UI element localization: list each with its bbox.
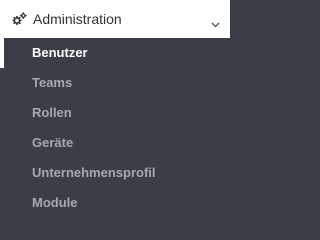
submenu-item-label: Rollen: [32, 105, 72, 120]
administration-section-header[interactable]: Administration: [0, 0, 230, 38]
submenu-item-label: Unternehmensprofil: [32, 165, 156, 180]
submenu-item-module[interactable]: Module: [0, 188, 230, 218]
submenu-item-geraete[interactable]: Geräte: [0, 128, 230, 158]
submenu-item-label: Teams: [32, 75, 73, 90]
submenu-item-rollen[interactable]: Rollen: [0, 98, 230, 128]
section-title: Administration: [33, 11, 122, 27]
admin-sidebar: Administration Benutzer Teams Rollen Ger…: [0, 0, 230, 221]
submenu-item-teams[interactable]: Teams: [0, 68, 230, 98]
administration-submenu: Benutzer Teams Rollen Geräte Unternehmen…: [0, 38, 230, 221]
active-indicator: [0, 38, 4, 68]
submenu-item-label: Module: [32, 195, 78, 210]
chevron-down-icon[interactable]: [211, 15, 220, 28]
gears-icon: [12, 12, 27, 26]
submenu-item-label: Benutzer: [32, 45, 88, 60]
submenu-item-label: Geräte: [32, 135, 74, 150]
submenu-item-benutzer[interactable]: Benutzer: [0, 38, 230, 68]
submenu-item-unternehmensprofil[interactable]: Unternehmensprofil: [0, 158, 230, 188]
